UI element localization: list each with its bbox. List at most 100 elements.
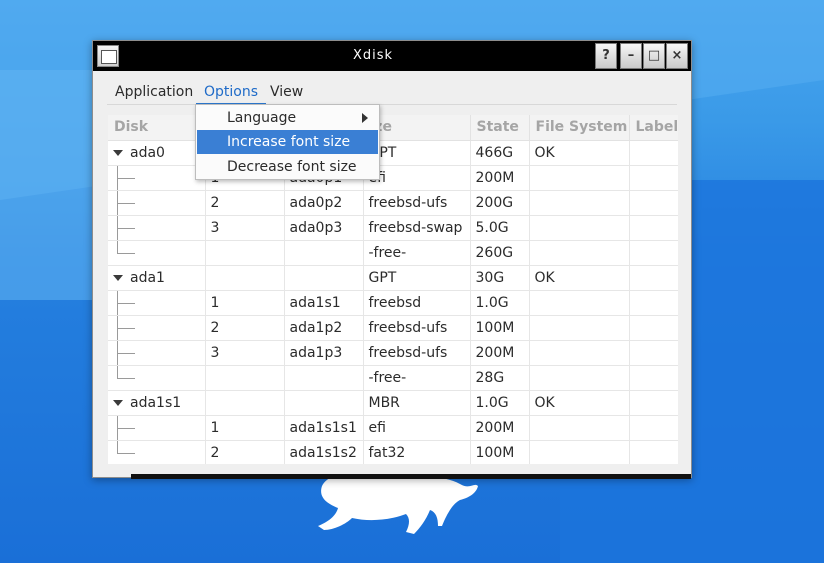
cell-type: freebsd-ufs bbox=[363, 315, 471, 341]
disk-table[interactable]: Disk ize State File System Label ada0 GPT… bbox=[108, 115, 678, 464]
cell-file-system bbox=[629, 140, 678, 166]
cell-partition: ada1s1s1 bbox=[284, 415, 364, 441]
cell-state bbox=[529, 440, 630, 464]
cell-size: 1.0G bbox=[470, 290, 530, 316]
cell-state bbox=[529, 165, 630, 191]
table-row[interactable]: 3 ada0p3 freebsd-swap 5.0G bbox=[108, 215, 678, 241]
cell-disk bbox=[108, 340, 206, 366]
dropdown-item-increase-font[interactable]: Increase font size bbox=[197, 130, 378, 154]
disk-name: ada1 bbox=[130, 269, 165, 286]
cell-file-system bbox=[629, 390, 678, 416]
cell-disk bbox=[108, 165, 206, 191]
menubar: Application Options View bbox=[107, 79, 677, 105]
cell-type: fat32 bbox=[363, 440, 471, 464]
cell-type: efi bbox=[363, 415, 471, 441]
cell-partition: ada1s1s2 bbox=[284, 440, 364, 464]
dropdown-item-decrease-font[interactable]: Decrease font size bbox=[197, 155, 378, 179]
cell-size: 466G bbox=[470, 140, 530, 166]
cell-type: -free- bbox=[363, 240, 471, 266]
cell-partition bbox=[284, 265, 364, 291]
cell-state bbox=[529, 315, 630, 341]
table-row[interactable]: ada0 GPT 466G OK bbox=[108, 140, 678, 166]
cell-partition bbox=[284, 365, 364, 391]
menu-options[interactable]: Options bbox=[196, 79, 267, 105]
cell-file-system bbox=[629, 315, 678, 341]
cell-size: 5.0G bbox=[470, 215, 530, 241]
tree-branch-connector bbox=[117, 302, 135, 304]
cell-size: 200G bbox=[470, 190, 530, 216]
column-header-file-system[interactable]: File System bbox=[529, 115, 630, 141]
cell-size: 28G bbox=[470, 365, 530, 391]
menu-application[interactable]: Application bbox=[107, 79, 201, 105]
cell-file-system bbox=[629, 240, 678, 266]
tree-branch-connector bbox=[117, 252, 135, 254]
cell-index: 1 bbox=[205, 290, 285, 316]
tree-branch-connector bbox=[117, 327, 135, 329]
tree-expand-arrow-icon[interactable] bbox=[113, 399, 123, 406]
cell-type: -free- bbox=[363, 365, 471, 391]
table-row[interactable]: 1ada0p1efi200Mmsdos bbox=[108, 165, 678, 191]
dropdown-item-language[interactable]: Language bbox=[197, 106, 378, 130]
cell-type: freebsd-ufs bbox=[363, 340, 471, 366]
cell-disk: ada1s1 bbox=[108, 390, 206, 416]
minimize-icon[interactable]: – bbox=[620, 43, 642, 69]
cell-file-system bbox=[629, 440, 678, 464]
cell-state bbox=[529, 240, 630, 266]
submenu-arrow-icon bbox=[362, 113, 368, 123]
table-row[interactable]: 1 ada1s1s1 efi 200M bbox=[108, 415, 678, 441]
tree-branch-connector bbox=[117, 427, 135, 429]
table-row[interactable]: 2 ada1p2 freebsd-ufs 100M bbox=[108, 315, 678, 341]
table-row[interactable]: ada1s1 MBR 1.0G OK bbox=[108, 390, 678, 416]
cell-state: OK bbox=[529, 265, 630, 291]
cell-index bbox=[205, 365, 285, 391]
disk-name: ada0 bbox=[130, 144, 165, 161]
cell-index: 3 bbox=[205, 340, 285, 366]
table-row[interactable]: 2 ada1s1s2 fat32 100M bbox=[108, 440, 678, 464]
cell-disk bbox=[108, 215, 206, 241]
cell-file-system bbox=[629, 190, 678, 216]
cell-disk bbox=[108, 315, 206, 341]
menu-view[interactable]: View bbox=[262, 79, 311, 105]
column-header-disk[interactable]: Disk bbox=[108, 115, 206, 141]
cell-size: 200M bbox=[470, 340, 530, 366]
tree-expand-arrow-icon[interactable] bbox=[113, 274, 123, 281]
cell-file-system bbox=[629, 340, 678, 366]
tree-branch-connector bbox=[117, 177, 135, 179]
mascot-icon bbox=[318, 471, 478, 534]
cell-file-system bbox=[629, 215, 678, 241]
cell-size: 30G bbox=[470, 265, 530, 291]
cell-type: GPT bbox=[363, 265, 471, 291]
cell-state bbox=[529, 340, 630, 366]
cell-size: 100M bbox=[470, 315, 530, 341]
cell-partition: ada0p3 bbox=[284, 215, 364, 241]
cell-disk bbox=[108, 190, 206, 216]
column-header-label[interactable]: Label bbox=[629, 115, 678, 141]
cell-disk bbox=[108, 290, 206, 316]
table-row[interactable]: ada1 GPT 30G OK bbox=[108, 265, 678, 291]
table-row[interactable]: -free- 260G bbox=[108, 240, 678, 266]
maximize-icon[interactable]: □ bbox=[643, 43, 665, 69]
tree-branch-connector bbox=[117, 202, 135, 204]
cell-file-system bbox=[629, 290, 678, 316]
cell-type: freebsd bbox=[363, 290, 471, 316]
table-row[interactable]: -free- 28G bbox=[108, 365, 678, 391]
cell-state bbox=[529, 190, 630, 216]
cell-size: 1.0G bbox=[470, 390, 530, 416]
cell-partition: ada1p2 bbox=[284, 315, 364, 341]
column-header-state[interactable]: State bbox=[470, 115, 530, 141]
cell-partition: ada1p3 bbox=[284, 340, 364, 366]
close-icon[interactable]: × bbox=[666, 43, 688, 69]
help-icon[interactable]: ? bbox=[595, 43, 617, 69]
cell-index bbox=[205, 265, 285, 291]
cell-index: 2 bbox=[205, 315, 285, 341]
table-row[interactable]: 2ada0p2freebsd-ufs200Gufs bbox=[108, 190, 678, 216]
table-row[interactable]: 3 ada1p3 freebsd-ufs 200M bbox=[108, 340, 678, 366]
cell-file-system bbox=[629, 265, 678, 291]
cell-disk bbox=[108, 440, 206, 464]
tree-expand-arrow-icon[interactable] bbox=[113, 149, 123, 156]
cell-state bbox=[529, 415, 630, 441]
cell-disk: ada0 bbox=[108, 140, 206, 166]
table-row[interactable]: 1 ada1s1 freebsd 1.0G bbox=[108, 290, 678, 316]
cell-state: OK bbox=[529, 390, 630, 416]
titlebar: Xdisk ? – □ × bbox=[93, 41, 691, 71]
